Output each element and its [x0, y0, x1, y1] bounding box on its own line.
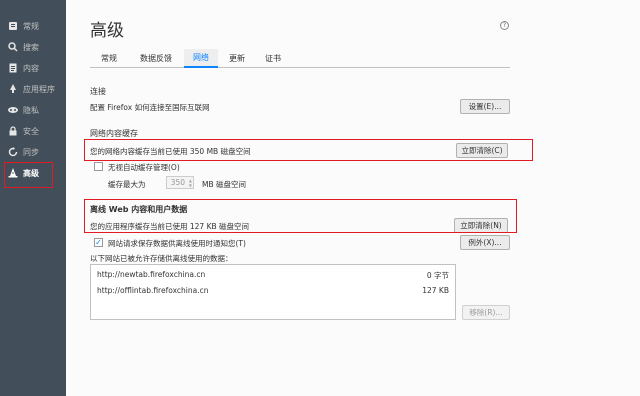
tab-update[interactable]: 更新	[220, 49, 254, 68]
search-icon	[7, 41, 19, 53]
override-cache-checkbox[interactable]	[94, 162, 103, 171]
notify-offline-checkbox[interactable]: ✓	[94, 238, 103, 247]
tab-data-feedback[interactable]: 数据反馈	[130, 49, 182, 68]
home-icon	[7, 20, 19, 32]
tab-bar: 常规 数据反馈 网络 更新 证书	[90, 46, 510, 68]
sidebar-item-security[interactable]: 安全	[0, 121, 66, 141]
document-icon	[7, 62, 19, 74]
sidebar-item-general[interactable]: 常规	[0, 16, 66, 36]
connection-settings-button[interactable]: 设置(E)...	[460, 99, 510, 114]
sidebar-item-privacy[interactable]: 隐私	[0, 100, 66, 120]
sidebar-item-search[interactable]: 搜索	[0, 37, 66, 57]
highlight-box-sidebar	[4, 162, 53, 188]
sidebar-item-label: 应用程序	[23, 84, 55, 94]
remove-button[interactable]: 移除(R)...	[462, 305, 510, 320]
connection-desc: 配置 Firefox 如何连接至国际互联网	[90, 103, 210, 112]
offline-sites-list[interactable]: http://newtab.firefoxchina.cn 0 字节 http:…	[90, 264, 456, 320]
sidebar-item-label: 安全	[23, 126, 39, 136]
spinner-arrows-icon[interactable]: ▲ ▼	[189, 178, 192, 188]
site-url: http://offlintab.firefoxchina.cn	[97, 286, 209, 295]
web-cache-title: 网络内容缓存	[90, 129, 138, 138]
connection-title: 连接	[90, 87, 106, 96]
sidebar-item-label: 内容	[23, 63, 39, 73]
list-item[interactable]: http://newtab.firefoxchina.cn 0 字节	[95, 270, 453, 284]
highlight-box-cache	[84, 139, 533, 161]
sidebar-item-label: 搜索	[23, 42, 39, 52]
cache-limit-label: 缓存最大为	[108, 180, 146, 189]
override-cache-label: 无视自动缓存管理(O)	[108, 163, 180, 172]
cache-limit-unit: MB 磁盘空间	[202, 180, 246, 189]
site-size: 0 字节	[426, 271, 449, 280]
site-size: 127 KB	[422, 286, 449, 295]
sidebar-item-label: 隐私	[23, 105, 39, 115]
tab-network[interactable]: 网络	[184, 49, 218, 68]
help-icon[interactable]: ?	[500, 21, 509, 30]
lock-icon	[7, 125, 19, 137]
page-title: 高级	[90, 21, 124, 41]
cache-limit-value: 350	[170, 178, 185, 187]
cache-limit-input[interactable]: 350 ▲ ▼	[166, 176, 194, 189]
sidebar: 常规 搜索 内容 应用程序 隐私 安全 同步 高级	[0, 0, 66, 396]
mask-icon	[7, 104, 19, 116]
rocket-icon	[7, 83, 19, 95]
tab-certificates[interactable]: 证书	[256, 49, 290, 68]
highlight-box-offline	[84, 199, 517, 233]
sidebar-item-sync[interactable]: 同步	[0, 142, 66, 162]
sidebar-item-label: 常规	[23, 21, 39, 31]
exceptions-button[interactable]: 例外(X)...	[460, 235, 510, 250]
tab-general[interactable]: 常规	[90, 49, 128, 68]
sidebar-item-applications[interactable]: 应用程序	[0, 79, 66, 99]
sync-icon	[7, 146, 19, 158]
main-panel: 高级 ? 常规 数据反馈 网络 更新 证书 连接 配置 Firefox 如何连接…	[66, 0, 640, 396]
list-item[interactable]: http://offlintab.firefoxchina.cn 127 KB	[95, 286, 453, 300]
offline-list-caption: 以下网站已被允许存储供离线使用的数据：	[90, 254, 233, 263]
sidebar-item-label: 同步	[23, 147, 39, 157]
notify-offline-label: 网站请求保存数据供离线使用时通知您(T)	[108, 239, 246, 248]
site-url: http://newtab.firefoxchina.cn	[97, 270, 206, 279]
sidebar-item-content[interactable]: 内容	[0, 58, 66, 78]
